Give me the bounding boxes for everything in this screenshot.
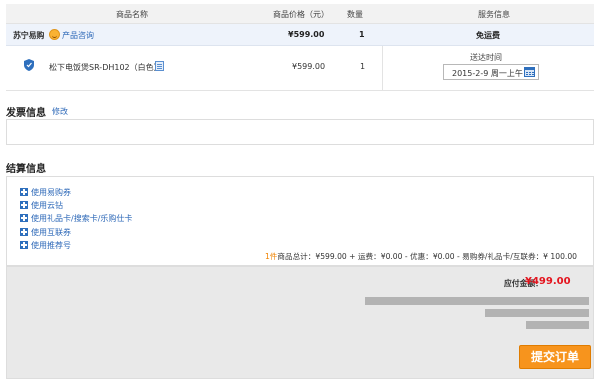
invoice-section-title: 发票信息 bbox=[6, 108, 46, 119]
calendar-icon[interactable] bbox=[524, 67, 535, 77]
shield-icon bbox=[24, 59, 34, 71]
plus-icon[interactable] bbox=[20, 228, 28, 236]
free-shipping-label: 免运费 bbox=[476, 31, 500, 40]
summary-text: 商品总计：¥599.00 + 运费：¥0.00 - 优惠：¥0.00 - 易购券… bbox=[277, 252, 577, 261]
payable-amount-value: ¥499.00 bbox=[525, 276, 571, 287]
delivery-date-picker[interactable]: 2015-2-9 周一上午 bbox=[443, 64, 539, 80]
item-price: ¥599.00 bbox=[292, 62, 326, 71]
plus-icon[interactable] bbox=[20, 214, 28, 222]
summary-item-count: 1件 bbox=[264, 252, 278, 261]
col-quantity: 数量 bbox=[347, 10, 363, 19]
order-summary: 1件商品总计：¥599.00 + 运费：¥0.00 - 优惠：¥0.00 - 易… bbox=[265, 251, 577, 262]
delivery-time-label: 送达时间 bbox=[470, 53, 502, 62]
option-label[interactable]: 使用易购券 bbox=[31, 187, 71, 198]
redacted-bar bbox=[485, 309, 589, 317]
service-info-cell: 送达时间 2015-2-9 周一上午 bbox=[382, 46, 594, 90]
submit-order-button[interactable]: 提交订单 bbox=[519, 345, 591, 369]
redacted-bar bbox=[526, 321, 589, 329]
delivery-date-value: 2015-2-9 周一上午 bbox=[452, 69, 523, 78]
product-consult-link[interactable]: 产品咨询 bbox=[62, 30, 94, 41]
option-label[interactable]: 使用云钻 bbox=[31, 200, 63, 211]
plus-icon[interactable] bbox=[20, 201, 28, 209]
invoice-info-box bbox=[6, 119, 594, 145]
option-label[interactable]: 使用礼品卡/搜索卡/乐购仕卡 bbox=[31, 213, 132, 224]
cart-item-row: 松下电饭煲SR-DH102（白色） ¥599.00 1 送达时间 2015-2-… bbox=[6, 46, 594, 91]
item-quantity: 1 bbox=[360, 62, 366, 71]
redacted-bar bbox=[365, 297, 589, 305]
settlement-box: 使用易购券 使用云钻 使用礼品卡/搜索卡/乐购仕卡 使用互联券 使用推荐号 1件… bbox=[6, 176, 594, 266]
invoice-modify-link[interactable]: 修改 bbox=[52, 106, 68, 117]
col-product-price: 商品价格（元） bbox=[273, 10, 329, 19]
document-icon[interactable] bbox=[155, 61, 164, 71]
col-service-info: 服务信息 bbox=[478, 10, 510, 19]
smile-icon[interactable] bbox=[49, 29, 60, 40]
shop-subtotal-price: ¥599.00 bbox=[288, 30, 325, 39]
shop-row: 苏宁易购 产品咨询 ¥599.00 1 免运费 bbox=[6, 24, 594, 46]
item-product-name[interactable]: 松下电饭煲SR-DH102（白色） bbox=[49, 62, 162, 73]
settlement-section-title: 结算信息 bbox=[6, 164, 46, 175]
option-label[interactable]: 使用互联券 bbox=[31, 227, 71, 238]
shop-quantity: 1 bbox=[359, 30, 365, 39]
option-label[interactable]: 使用推荐号 bbox=[31, 240, 71, 251]
plus-icon[interactable] bbox=[20, 188, 28, 196]
suning-logo: 苏宁易购 bbox=[13, 31, 45, 40]
col-product-name: 商品名称 bbox=[116, 10, 148, 19]
payment-panel: 应付金额： ¥499.00 提交订单 bbox=[6, 266, 594, 379]
plus-icon[interactable] bbox=[20, 241, 28, 249]
cart-table-header: 商品名称 商品价格（元） 数量 服务信息 bbox=[6, 4, 594, 24]
